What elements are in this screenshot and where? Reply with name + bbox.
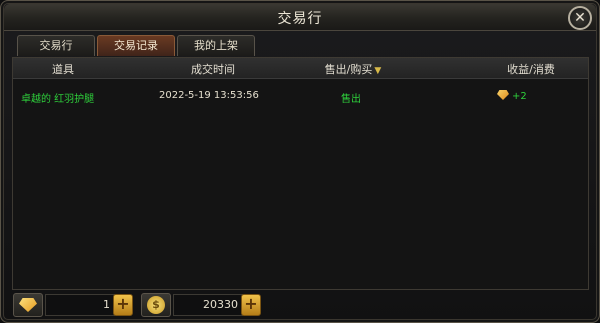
header-type-label: 售出/购买 — [324, 63, 373, 76]
header-item: 道具 — [52, 63, 74, 76]
add-coin-button[interactable]: + — [241, 294, 261, 316]
coin-icon: $ — [141, 293, 171, 317]
row-amount-value: +2 — [512, 91, 527, 102]
currency-bar: 1 + $ 20330 + — [11, 293, 589, 319]
gem-icon — [497, 90, 509, 100]
tab-trade-records[interactable]: 交易记录 — [97, 35, 175, 56]
header-time: 成交时间 — [191, 63, 235, 76]
records-table: 道具 成交时间 售出/购买 ▼ 收益/消费 卓越的 红羽护腿 2022-5-19 … — [12, 57, 589, 290]
trade-window: 交易行 ✕ 交易行 交易记录 我的上架 道具 成交时间 售出/购买 ▼ 收益/消费… — [0, 0, 600, 323]
row-amount: +2 — [497, 90, 527, 102]
gem-value: 1 — [45, 294, 115, 316]
tab-my-listings[interactable]: 我的上架 — [177, 35, 255, 56]
tab-market[interactable]: 交易行 — [17, 35, 95, 56]
add-gem-button[interactable]: + — [113, 294, 133, 316]
close-icon[interactable]: ✕ — [568, 6, 592, 30]
table-header: 道具 成交时间 售出/购买 ▼ 收益/消费 — [13, 58, 588, 79]
sort-down-icon[interactable]: ▼ — [374, 66, 381, 76]
title-bar: 交易行 ✕ — [4, 4, 596, 31]
row-time: 2022-5-19 13:53:56 — [159, 90, 259, 101]
header-amount: 收益/消费 — [507, 63, 555, 76]
row-type: 售出 — [341, 94, 361, 105]
gem-icon — [13, 293, 43, 317]
coin-value: 20330 — [173, 294, 243, 316]
row-item[interactable]: 卓越的 红羽护腿 — [21, 90, 94, 105]
header-type[interactable]: 售出/购买 ▼ — [313, 61, 393, 77]
table-row[interactable]: 卓越的 红羽护腿 2022-5-19 13:53:56 售出 +2 — [13, 88, 588, 106]
window-title: 交易行 — [277, 11, 323, 27]
